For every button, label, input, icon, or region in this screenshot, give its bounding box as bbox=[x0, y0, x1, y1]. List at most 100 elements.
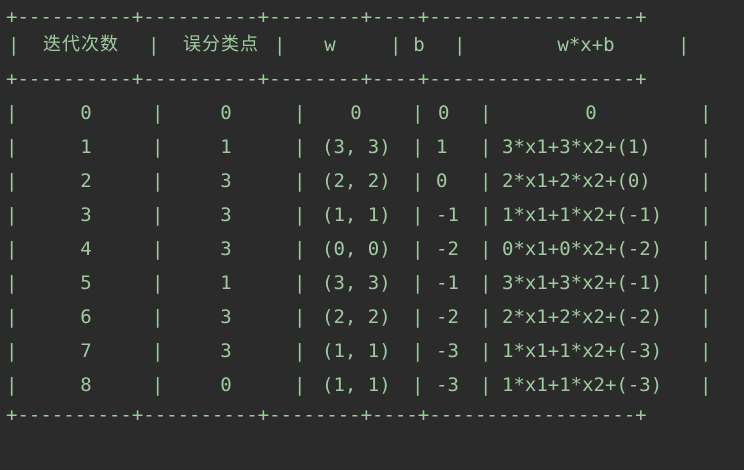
header-w: w bbox=[324, 34, 336, 56]
column-divider: | bbox=[480, 238, 492, 260]
table-border-bottom: +----------+----------+--------+----+---… bbox=[6, 404, 647, 426]
column-divider: | bbox=[294, 340, 306, 362]
column-divider: | bbox=[294, 136, 306, 158]
table-row: | | | | | | 7 3 (1, 1) -3 1*x1+1*x2+(-3) bbox=[6, 334, 742, 368]
column-divider: | bbox=[6, 306, 18, 328]
table-row: | | | | | | 5 1 (3, 3) -1 3*x1+3*x2+(-1) bbox=[6, 266, 742, 300]
cell-iteration: 1 bbox=[80, 136, 92, 158]
column-divider: | bbox=[700, 238, 712, 260]
column-divider: | bbox=[152, 170, 164, 192]
column-divider: | bbox=[700, 272, 712, 294]
cell-w: (1, 1) bbox=[322, 374, 391, 396]
column-divider: | bbox=[6, 170, 18, 192]
column-divider: | bbox=[294, 272, 306, 294]
cell-formula: 1*x1+1*x2+(-3) bbox=[502, 374, 663, 396]
column-divider: | bbox=[294, 374, 306, 396]
column-divider: | bbox=[152, 204, 164, 226]
cell-b: -1 bbox=[436, 272, 459, 294]
terminal-output: +----------+----------+--------+----+---… bbox=[0, 0, 744, 435]
cell-b: 0 bbox=[436, 170, 448, 192]
cell-w: (0, 0) bbox=[322, 238, 391, 260]
cell-b: -2 bbox=[436, 306, 459, 328]
column-divider: | bbox=[152, 238, 164, 260]
column-divider: | bbox=[294, 102, 306, 124]
cell-b: 0 bbox=[438, 102, 450, 124]
column-divider: | bbox=[294, 170, 306, 192]
column-divider: | bbox=[412, 238, 424, 260]
table-row: | | | | | | 4 3 (0, 0) -2 0*x1+0*x2+(-2) bbox=[6, 232, 742, 266]
column-divider: | bbox=[480, 170, 492, 192]
cell-w: 0 bbox=[350, 102, 362, 124]
cell-formula: 2*x1+2*x2+(-2) bbox=[502, 306, 663, 328]
cell-misclassified: 3 bbox=[220, 170, 232, 192]
column-divider: | bbox=[700, 306, 712, 328]
cell-iteration: 3 bbox=[80, 204, 92, 226]
header-b: b bbox=[413, 34, 425, 56]
column-divider: | bbox=[412, 170, 424, 192]
cell-w: (2, 2) bbox=[322, 170, 391, 192]
cell-iteration: 4 bbox=[80, 238, 92, 260]
cell-misclassified: 1 bbox=[220, 272, 232, 294]
cell-b: -1 bbox=[436, 204, 459, 226]
cell-formula: 1*x1+1*x2+(-3) bbox=[502, 340, 663, 362]
cell-formula: 3*x1+3*x2+(1) bbox=[502, 136, 651, 158]
column-divider: | bbox=[294, 306, 306, 328]
cell-misclassified: 3 bbox=[220, 340, 232, 362]
column-divider: | bbox=[480, 306, 492, 328]
cell-w: (1, 1) bbox=[322, 340, 391, 362]
table-row: | | | | | | 3 3 (1, 1) -1 1*x1+1*x2+(-1) bbox=[6, 198, 742, 232]
cell-misclassified: 3 bbox=[220, 204, 232, 226]
cell-iteration: 8 bbox=[80, 374, 92, 396]
column-divider: | bbox=[412, 340, 424, 362]
cell-formula: 1*x1+1*x2+(-1) bbox=[502, 204, 663, 226]
column-divider: | bbox=[480, 374, 492, 396]
column-divider: | bbox=[152, 306, 164, 328]
cell-w: (3, 3) bbox=[322, 136, 391, 158]
column-divider: | bbox=[152, 272, 164, 294]
column-divider: | bbox=[274, 34, 286, 56]
column-divider: | bbox=[480, 102, 492, 124]
cell-misclassified: 0 bbox=[220, 102, 232, 124]
cell-misclassified: 3 bbox=[220, 306, 232, 328]
column-divider: | bbox=[412, 102, 424, 124]
table-border-mid: +----------+----------+--------+----+---… bbox=[6, 68, 647, 90]
cell-iteration: 7 bbox=[80, 340, 92, 362]
cell-formula: 0 bbox=[585, 102, 597, 124]
column-divider: | bbox=[148, 34, 160, 56]
cell-formula: 0*x1+0*x2+(-2) bbox=[502, 238, 663, 260]
cell-w: (1, 1) bbox=[322, 204, 391, 226]
cell-b: -3 bbox=[436, 340, 459, 362]
cell-b: -2 bbox=[436, 238, 459, 260]
column-divider: | bbox=[294, 238, 306, 260]
cell-b: -3 bbox=[436, 374, 459, 396]
table-row: | | | | | | 2 3 (2, 2) 0 2*x1+2*x2+(0) bbox=[6, 164, 742, 198]
cell-iteration: 0 bbox=[80, 102, 92, 124]
column-divider: | bbox=[480, 272, 492, 294]
table-row: | | | | | | 1 1 (3, 3) 1 3*x1+3*x2+(1) bbox=[6, 130, 742, 164]
column-divider: | bbox=[700, 340, 712, 362]
column-divider: | bbox=[412, 136, 424, 158]
column-divider: | bbox=[412, 374, 424, 396]
column-divider: | bbox=[700, 170, 712, 192]
column-divider: | bbox=[480, 136, 492, 158]
column-divider: | bbox=[700, 374, 712, 396]
header-iterations: 迭代次数 bbox=[43, 34, 119, 55]
column-divider: | bbox=[152, 102, 164, 124]
cell-misclassified: 0 bbox=[220, 374, 232, 396]
column-divider: | bbox=[6, 238, 18, 260]
column-divider: | bbox=[8, 34, 20, 56]
column-divider: | bbox=[152, 374, 164, 396]
column-divider: | bbox=[480, 204, 492, 226]
cell-misclassified: 1 bbox=[220, 136, 232, 158]
table-row: | | | | | | 6 3 (2, 2) -2 2*x1+2*x2+(-2) bbox=[6, 300, 742, 334]
cell-w: (2, 2) bbox=[322, 306, 391, 328]
cell-formula: 3*x1+3*x2+(-1) bbox=[502, 272, 663, 294]
column-divider: | bbox=[412, 306, 424, 328]
cell-iteration: 2 bbox=[80, 170, 92, 192]
column-divider: | bbox=[412, 272, 424, 294]
column-divider: | bbox=[700, 204, 712, 226]
header-misclassified: 误分类点 bbox=[183, 34, 259, 55]
cell-w: (3, 3) bbox=[322, 272, 391, 294]
column-divider: | bbox=[480, 340, 492, 362]
table-row: | | | | | | 8 0 (1, 1) -3 1*x1+1*x2+(-3) bbox=[6, 368, 742, 402]
